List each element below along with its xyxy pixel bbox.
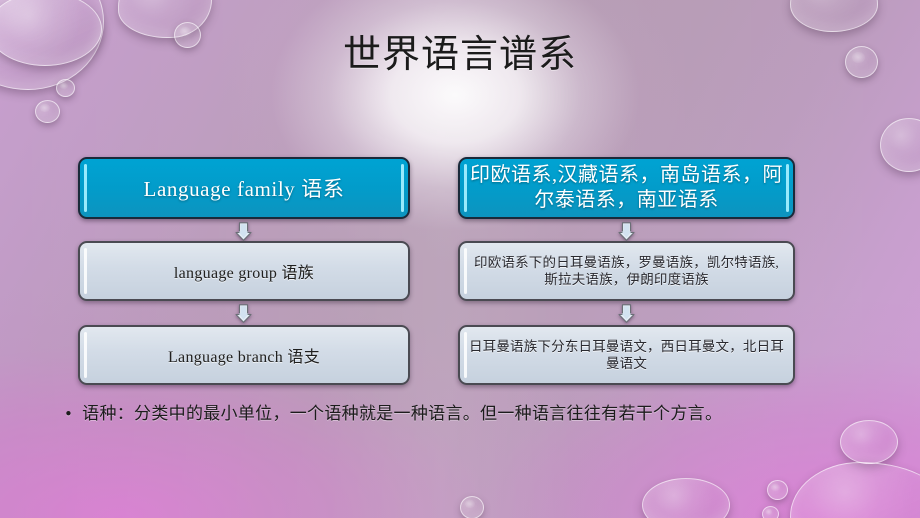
arrow-down-icon xyxy=(235,304,252,323)
node-branch-examples-label: 日耳曼语族下分东日耳曼语文，西日耳曼文，北日耳曼语文 xyxy=(468,338,785,371)
node-language-family-label: Language family 语系 xyxy=(143,177,345,201)
node-group-examples[interactable]: 印欧语系下的日耳曼语族，罗曼语族，凯尔特语族,斯拉夫语族，伊朗印度语族 xyxy=(458,241,795,301)
node-branch-examples[interactable]: 日耳曼语族下分东日耳曼语文，西日耳曼文，北日耳曼语文 xyxy=(458,325,795,385)
language-hierarchy-diagram: Language family 语系 language group 语族 Lan… xyxy=(0,0,920,518)
bullet-paragraph: • 语种：分类中的最小单位，一个语种就是一种语言。但一种语言往往有若干个方言。 xyxy=(64,404,880,425)
bullet-paragraph-text: 语种：分类中的最小单位，一个语种就是一种语言。但一种语言往往有若干个方言。 xyxy=(82,404,723,424)
arrow-down-icon xyxy=(618,304,635,323)
node-language-branch-label: Language branch 语支 xyxy=(167,349,320,366)
node-family-examples[interactable]: 印欧语系,汉藏语系，南岛语系，阿尔泰语系，南亚语系 xyxy=(458,157,795,219)
node-language-family[interactable]: Language family 语系 xyxy=(78,157,410,219)
slide-canvas: 世界语言谱系 Language family 语系 language group… xyxy=(0,0,920,518)
node-language-group[interactable]: language group 语族 xyxy=(78,241,410,301)
node-group-examples-label: 印欧语系下的日耳曼语族，罗曼语族，凯尔特语族,斯拉夫语族，伊朗印度语族 xyxy=(474,254,779,287)
node-language-branch[interactable]: Language branch 语支 xyxy=(78,325,410,385)
bullet-marker-icon: • xyxy=(64,405,74,423)
node-language-group-label: language group 语族 xyxy=(173,265,315,282)
arrow-down-icon xyxy=(235,222,252,241)
node-family-examples-label: 印欧语系,汉藏语系，南岛语系，阿尔泰语系，南亚语系 xyxy=(470,164,783,211)
arrow-down-icon xyxy=(618,222,635,241)
